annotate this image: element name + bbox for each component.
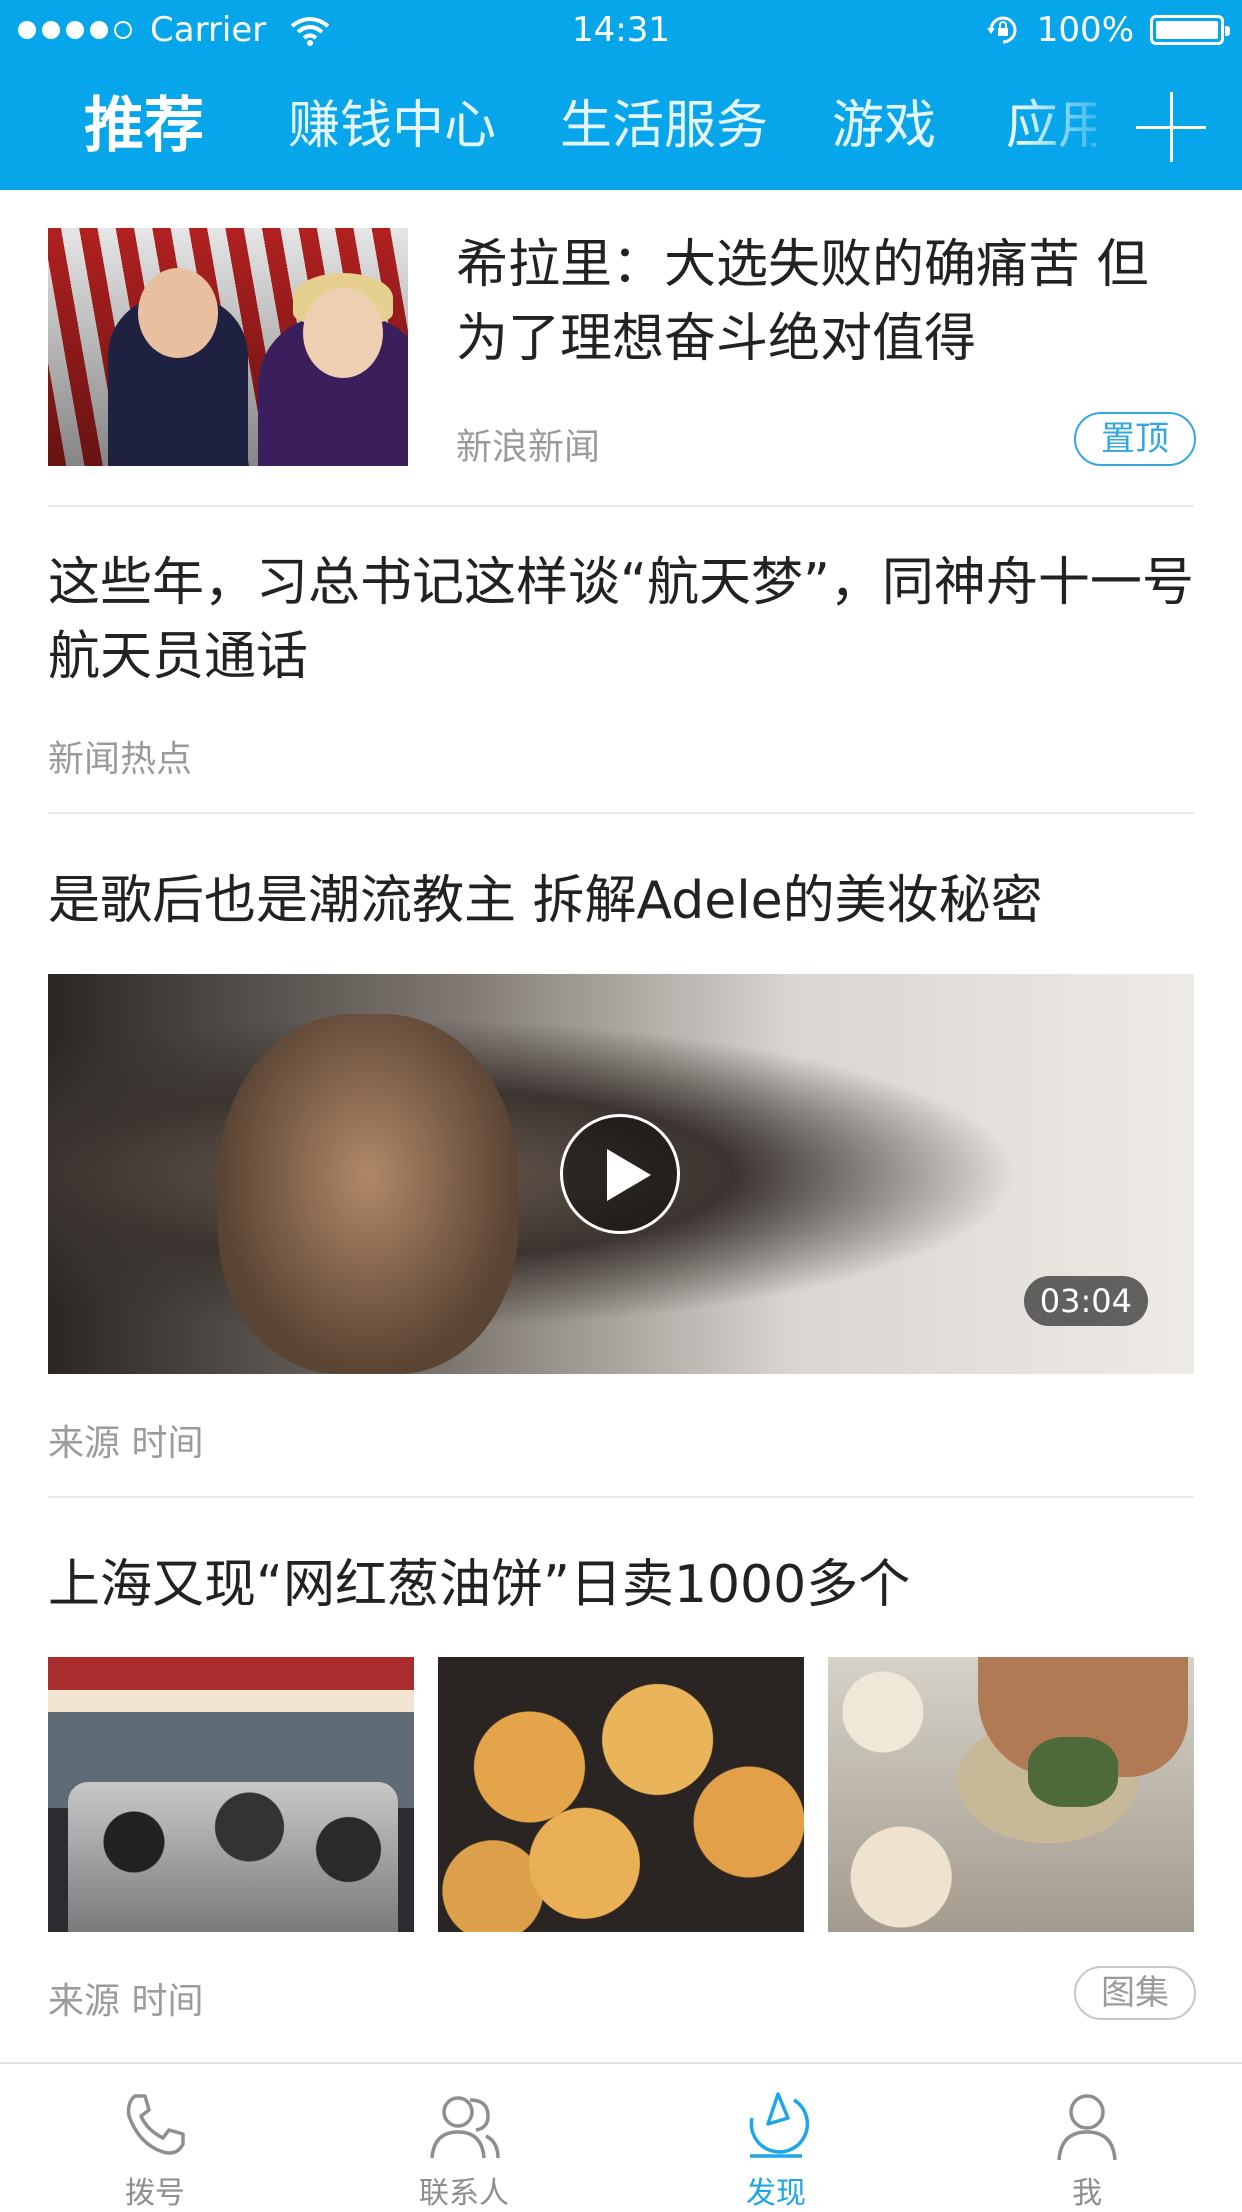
bottom-navigation: 拨号 联系人 发现 我 [0, 2062, 1242, 2211]
rotation-lock-icon [986, 16, 1017, 44]
profile-icon [1057, 2094, 1117, 2161]
play-icon[interactable] [560, 1114, 680, 1234]
news-title[interactable]: 希拉里：大选失败的确痛苦 但为了理想奋斗绝对值得 [456, 228, 1196, 376]
nav-label: 发现 [746, 2176, 806, 2211]
news-title[interactable]: 上海又现“网红葱油饼”日卖1000多个 [48, 1548, 1194, 1622]
gallery-image[interactable] [438, 1657, 804, 1932]
divider [48, 812, 1194, 814]
contacts-icon [430, 2096, 500, 2159]
add-tab-icon[interactable] [1136, 92, 1206, 162]
news-source: 新闻热点 [48, 739, 193, 780]
nav-item-me[interactable]: 我 [977, 2064, 1197, 2211]
tab-games[interactable]: 游戏 [832, 68, 936, 184]
news-title[interactable]: 是歌后也是潮流教主 拆解Adele的美妆秘密 [48, 864, 1194, 938]
video-thumbnail[interactable]: 03:04 [48, 974, 1194, 1374]
tab-life-services[interactable]: 生活服务 [560, 68, 768, 184]
news-source: 来源 时间 [48, 1981, 204, 2022]
gallery-image[interactable] [48, 1657, 414, 1932]
video-duration: 03:04 [1023, 1276, 1148, 1326]
nav-item-discover[interactable]: 发现 [666, 2064, 886, 2211]
nav-label: 我 [1072, 2176, 1102, 2211]
tab-earn-center[interactable]: 赚钱中心 [288, 68, 496, 184]
nav-label: 联系人 [419, 2176, 509, 2211]
nav-label: 拨号 [125, 2176, 185, 2211]
news-thumbnail[interactable] [48, 228, 408, 466]
news-source: 新浪新闻 [456, 427, 601, 468]
gallery-badge: 图集 [1074, 1966, 1196, 2020]
category-tabs: 推荐 赚钱中心 生活服务 游戏 应用 [0, 68, 1242, 190]
gallery-image[interactable] [828, 1657, 1194, 1932]
divider [48, 1496, 1194, 1498]
nav-item-dial[interactable]: 拨号 [45, 2064, 265, 2211]
battery-icon [1150, 15, 1230, 45]
discover-icon [749, 2092, 810, 2158]
top-header: Carrier 14:31 100% 推荐 赚钱中心 生活服务 游戏 应用 [0, 0, 1242, 190]
news-source: 来源 时间 [48, 1423, 204, 1464]
nav-item-contacts[interactable]: 联系人 [354, 2064, 574, 2211]
news-title[interactable]: 这些年，习总书记这样谈“航天梦”，同神舟十一号航天员通话 [48, 546, 1194, 694]
pinned-badge: 置顶 [1074, 412, 1196, 466]
tab-recommend[interactable]: 推荐 [84, 68, 204, 184]
divider [48, 505, 1194, 507]
status-right: 100% [985, 10, 1230, 50]
phone-icon [126, 2094, 185, 2155]
battery-percent: 100% [1036, 10, 1134, 50]
status-bar: Carrier 14:31 100% [0, 0, 1242, 62]
